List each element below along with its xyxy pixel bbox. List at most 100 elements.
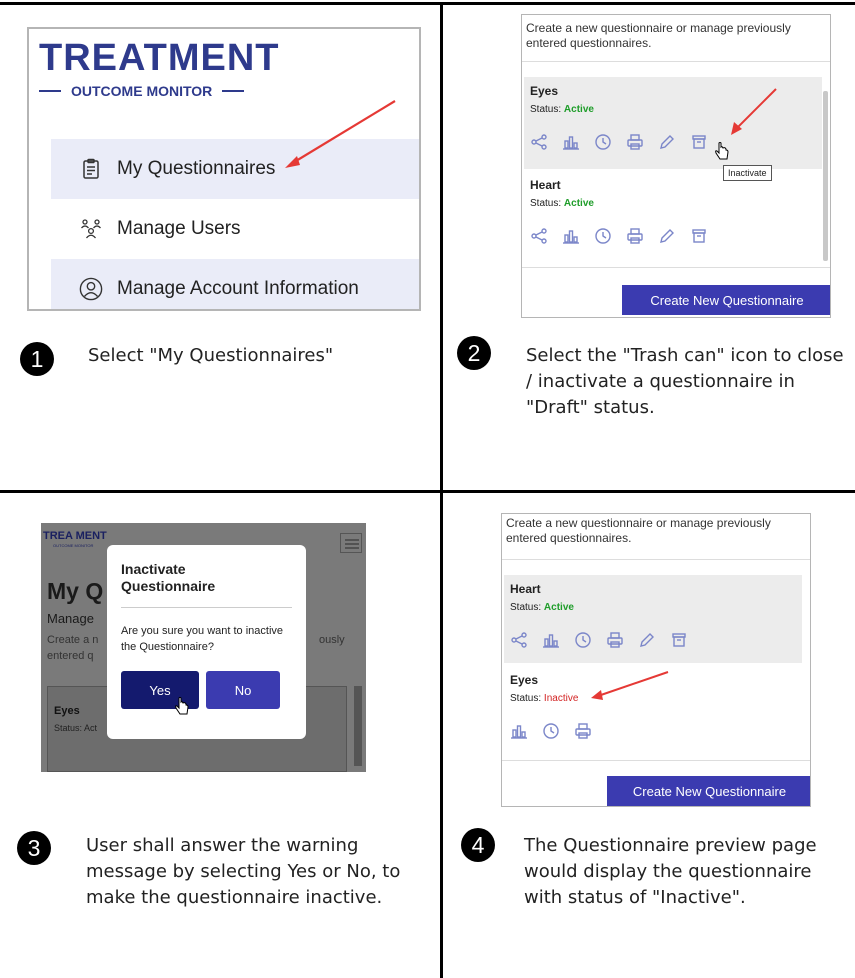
background-text: Create a n xyxy=(47,634,99,646)
menu-item-manage-account[interactable]: Manage Account Information xyxy=(51,259,419,309)
menu-item-label: Manage Account Information xyxy=(117,278,359,299)
grid-vertical-divider xyxy=(440,2,443,978)
chart-icon[interactable] xyxy=(510,722,528,740)
menu-item-label: My Questionnaires xyxy=(117,158,276,179)
background-card-status: Status: Act xyxy=(54,723,98,733)
status-label: Status: xyxy=(530,198,562,209)
trash-can-icon[interactable] xyxy=(690,133,708,151)
edit-icon[interactable] xyxy=(658,133,676,151)
status-label: Status: xyxy=(530,104,562,115)
status-value: Active xyxy=(563,198,594,209)
modal-title: Inactivate Questionnaire xyxy=(121,561,216,594)
clipboard-icon xyxy=(79,157,103,181)
questionnaire-status: Status: Active xyxy=(530,104,816,115)
questionnaire-item-heart[interactable]: Heart Status: Active xyxy=(504,575,802,663)
background-logo: TREA MENT xyxy=(43,530,107,542)
logo-subtitle-text: OUTCOME MONITOR xyxy=(71,83,213,99)
questionnaire-item-heart[interactable]: Heart Status: Active xyxy=(524,171,822,263)
step-4-caption: The Questionnaire preview page would dis… xyxy=(524,835,817,908)
edit-icon[interactable] xyxy=(658,227,676,245)
background-subtitle: Manage xyxy=(47,611,94,626)
separator xyxy=(522,267,830,268)
trash-can-icon[interactable] xyxy=(690,227,708,245)
questionnaire-name: Eyes xyxy=(510,673,539,687)
scrollbar[interactable] xyxy=(823,91,828,261)
account-icon xyxy=(79,277,103,301)
print-icon[interactable] xyxy=(606,631,624,649)
create-new-questionnaire-button[interactable]: Create New Questionnaire xyxy=(607,776,810,806)
grid-top-border xyxy=(0,2,855,5)
questionnaire-status: Status: Active xyxy=(530,198,816,209)
users-icon xyxy=(79,217,103,241)
logo: TREATMENT OUTCOME MONITOR xyxy=(39,37,289,107)
hamburger-menu-icon[interactable] xyxy=(340,533,362,553)
hand-cursor-icon xyxy=(715,142,729,160)
questionnaire-status: Status: Inactive xyxy=(510,693,796,704)
logo-dash-left xyxy=(39,90,61,92)
chart-icon[interactable] xyxy=(562,227,580,245)
separator xyxy=(502,760,810,761)
step-1-badge: 1 xyxy=(20,342,54,376)
status-value: Active xyxy=(543,602,574,613)
separator xyxy=(502,559,810,560)
background-card-name: Eyes xyxy=(54,705,80,717)
questionnaire-item-eyes[interactable]: Eyes Status: Inactive xyxy=(504,666,802,754)
questionnaire-name: Eyes xyxy=(530,84,559,98)
questionnaire-item-eyes[interactable]: Eyes Status: Active xyxy=(524,77,822,169)
print-icon[interactable] xyxy=(626,227,644,245)
step-3-badge: 3 xyxy=(17,831,51,865)
edit-icon[interactable] xyxy=(638,631,656,649)
panel-1-menu-screenshot: TREATMENT OUTCOME MONITOR My Questionnai… xyxy=(27,27,421,311)
inactivate-tooltip: Inactivate xyxy=(723,165,772,181)
print-icon[interactable] xyxy=(574,722,592,740)
share-icon[interactable] xyxy=(530,227,548,245)
intro-text: Create a new questionnaire or manage pre… xyxy=(506,516,771,545)
clock-icon[interactable] xyxy=(542,722,560,740)
logo-wordmark: TREATMENT xyxy=(39,37,280,79)
status-value: Inactive xyxy=(543,693,579,704)
panel-3-confirm-dialog-screenshot: TREA MENT OUTCOME MONITOR My Q Manage Cr… xyxy=(41,523,366,772)
status-label: Status: xyxy=(510,602,542,613)
no-button[interactable]: No xyxy=(206,671,280,709)
menu-item-manage-users[interactable]: Manage Users xyxy=(51,199,419,259)
trash-can-icon[interactable] xyxy=(670,631,688,649)
clock-icon[interactable] xyxy=(594,133,612,151)
panel-4-questionnaire-list: Create a new questionnaire or manage pre… xyxy=(501,513,811,807)
clock-icon[interactable] xyxy=(574,631,592,649)
status-value: Active xyxy=(563,104,594,115)
action-icons xyxy=(510,722,796,740)
background-text: ously xyxy=(319,634,345,646)
share-icon[interactable] xyxy=(510,631,528,649)
step-2-caption: Select the "Trash can" icon to close / i… xyxy=(526,345,844,418)
action-icons xyxy=(530,133,816,151)
chart-icon[interactable] xyxy=(542,631,560,649)
background-logo-subtitle: OUTCOME MONITOR xyxy=(53,543,94,548)
step-4-badge: 4 xyxy=(461,828,495,862)
step-2-badge: 2 xyxy=(457,336,491,370)
questionnaire-status: Status: Active xyxy=(510,602,796,613)
modal-message: Are you sure you want to inactive the Qu… xyxy=(121,625,284,653)
step-3-caption: User shall answer the warning message by… xyxy=(86,835,401,908)
share-icon[interactable] xyxy=(530,133,548,151)
intro-text: Create a new questionnaire or manage pre… xyxy=(526,21,791,50)
modal-divider xyxy=(121,607,292,608)
logo-subtitle: OUTCOME MONITOR xyxy=(39,83,289,99)
chart-icon[interactable] xyxy=(562,133,580,151)
panel-2-questionnaire-list: Create a new questionnaire or manage pre… xyxy=(521,14,831,318)
print-icon[interactable] xyxy=(626,133,644,151)
grid-middle-divider xyxy=(0,490,855,493)
status-label: Status: xyxy=(510,693,542,704)
action-icons xyxy=(510,631,796,649)
create-new-questionnaire-button[interactable]: Create New Questionnaire xyxy=(622,285,830,315)
action-icons xyxy=(530,227,816,245)
menu-item-my-questionnaires[interactable]: My Questionnaires xyxy=(51,139,419,199)
hand-cursor-icon xyxy=(175,697,189,715)
logo-dash-right xyxy=(222,90,245,92)
step-1-caption: Select "My Questionnaires" xyxy=(88,345,334,366)
inactivate-confirm-modal: Inactivate Questionnaire Are you sure yo… xyxy=(107,545,306,739)
menu-item-label: Manage Users xyxy=(117,218,241,239)
separator xyxy=(522,61,830,62)
background-scrollbar xyxy=(354,686,362,766)
background-text: entered q xyxy=(47,650,94,662)
clock-icon[interactable] xyxy=(594,227,612,245)
